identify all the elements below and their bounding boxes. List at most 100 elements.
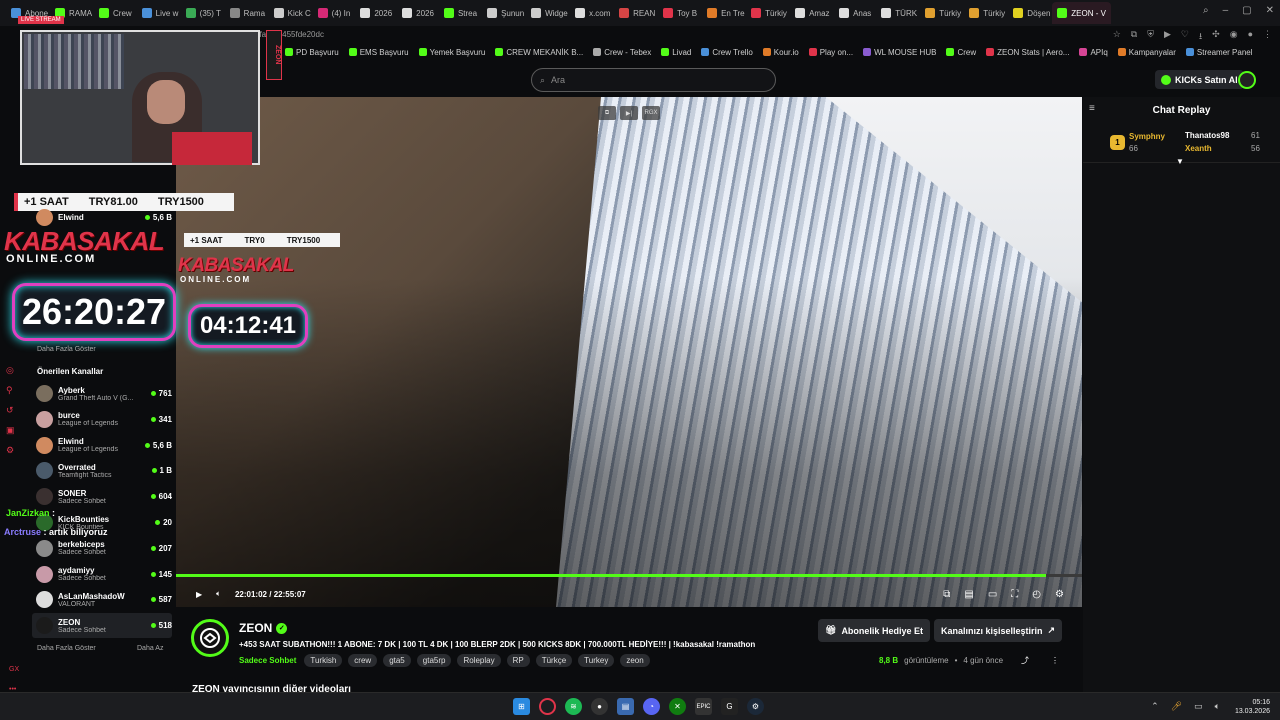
browser-tab[interactable]: Türkiy [920,2,964,24]
play-button[interactable]: ▶ [196,590,202,599]
bookmark-item[interactable]: PD Başvuru [285,48,339,57]
sidebar-channel-elwind[interactable]: Elwind League of Legends 5,6 B [32,433,172,458]
category-link[interactable]: Sadece Sohbet [239,656,296,665]
browser-tab[interactable]: Döşen [1008,2,1052,24]
sidebar-top-channel[interactable]: Elwind 5,6 B [32,208,172,226]
sidebar-channel-zeon[interactable]: ZEON Sadece Sohbet 518 [32,613,172,639]
expand-leaderboard-icon[interactable]: ▼ [1176,157,1184,166]
browser-tab[interactable]: 2026 [397,2,439,24]
tray-expand-icon[interactable]: ⌃ [1151,701,1159,712]
sidebar-channel-ayberk[interactable]: Ayberk Grand Theft Auto V (G... 761 [32,381,172,406]
bookmark-item[interactable]: ZEON Stats | Aero... [986,48,1069,57]
browser-tab[interactable]: TÜRK [876,2,920,24]
browser-tab[interactable]: Kick C [269,2,313,24]
following-icon[interactable]: ◎ [6,365,15,376]
bookmark-item[interactable]: WL MOUSE HUB [863,48,936,57]
bookmark-item[interactable]: CREW MEKANİK B... [495,48,583,57]
history-icon[interactable]: ↺ [6,405,15,416]
sidebar-channel-aslanmashadow[interactable]: AsLanMashadoW VALORANT 587 [32,587,172,612]
streamer-name[interactable]: ZEON [239,621,272,635]
browser-tab[interactable]: Live w [137,2,181,24]
xbox-icon[interactable]: ✕ [669,698,686,715]
clips-icon[interactable]: ▣ [6,425,15,436]
play-icon[interactable]: ▶ [1164,29,1171,45]
gift-sub-button[interactable]: 🎁︎ Abonelik Hediye Et [818,619,930,642]
notepad-icon[interactable]: ▤ [617,698,634,715]
browser-tab[interactable]: En Tre [702,2,746,24]
browse-icon[interactable]: ⚲ [6,385,15,396]
volume-icon[interactable]: 🔈︎ [216,589,221,599]
collapse-chat-icon[interactable]: ≡ [1089,103,1095,114]
rail-gx-icon[interactable]: GX [9,660,19,680]
maximize-icon[interactable]: ▢ [1242,5,1251,16]
popout-icon[interactable]: ⧉ [598,106,616,120]
sidebar-channel-burce[interactable]: burce League of Legends 341 [32,407,172,432]
mic-icon[interactable]: 🎤︎ [1171,701,1182,712]
show-more-button[interactable]: Daha Fazla Göster [37,645,96,652]
sidebar-channel-overrated[interactable]: Overrated Teamfight Tactics 1 B [32,458,172,483]
video-player[interactable]: ⧉ ▶| RGX [176,97,1082,607]
show-less-button[interactable]: Daha Az [137,645,163,652]
skip-icon[interactable]: ▶| [620,106,638,120]
sidebar-channel-berkebiceps[interactable]: berkebiceps Sadece Sohbet 207 [32,536,172,561]
bookmark-item[interactable]: Play on... [808,48,853,57]
network-icon[interactable]: ▭ [1194,701,1203,712]
browser-tab[interactable]: Türkiy [746,2,790,24]
buy-kicks-button[interactable]: KICKs Satın Al [1155,70,1244,89]
volume-tray-icon[interactable]: 🔈︎ [1215,701,1220,712]
share-icon[interactable]: ⤴ [1021,655,1029,666]
bookmark-item[interactable]: Streamer Panel [1185,48,1253,57]
browser-tab[interactable]: (35) T [181,2,225,24]
stream-tag[interactable]: Turkish [304,654,343,667]
minimize-icon[interactable]: – [1223,5,1229,16]
stream-tag[interactable]: RP [506,654,530,667]
browser-tab[interactable]: REAN [614,2,658,24]
bookmark-item[interactable]: Kampanyalar [1117,48,1176,57]
bookmark-item[interactable]: EMS Başvuru [348,48,409,57]
close-icon[interactable]: ✕ [1266,5,1274,16]
g-hub-icon[interactable]: G [721,698,738,715]
bookmark-item[interactable]: Crew Trello [701,48,753,57]
discord-icon[interactable]: ◔ [643,698,660,715]
settings-gear-icon[interactable]: ⚙ [1055,589,1064,600]
bookmark-item[interactable]: Livad [661,48,691,57]
system-clock[interactable]: 05:16 13.03.2026 [1235,698,1270,716]
stream-tag[interactable]: gta5rp [416,654,452,667]
bookmark-item[interactable]: Yemek Başvuru [418,48,485,57]
bookmark-item[interactable]: Kour.io [762,48,799,57]
theater-icon[interactable]: ▭ [988,589,997,600]
bookmark-item[interactable]: APIq [1079,48,1108,57]
rgx-badge[interactable]: RGX [642,106,660,120]
stream-tag[interactable]: Roleplay [457,654,501,667]
browser-tab[interactable]: Rama [225,2,269,24]
extension-icon[interactable]: ⧉ [1131,29,1137,45]
streamer-avatar[interactable] [191,619,229,657]
bookmark-item[interactable]: Crew [946,48,976,57]
show-more-top[interactable]: Daha Fazla Göster [37,346,96,353]
heart-icon[interactable]: ♡ [1181,29,1189,45]
spotify-icon[interactable]: ≋ [565,698,582,715]
search-input[interactable]: ⌕ Ara [531,68,776,92]
browser-tab[interactable]: Toy B [658,2,702,24]
puzzle-icon[interactable]: ✣ [1212,29,1220,45]
settings-icon[interactable]: ⚙ [6,445,15,456]
browser-tab[interactable]: Anas [834,2,876,24]
browser-tab[interactable]: Widge [526,2,570,24]
profile-icon[interactable]: ● [1248,29,1253,45]
epic-games-icon[interactable]: EPIC [695,698,712,715]
bookmark-icon[interactable]: ☆ [1113,29,1121,45]
stream-tag[interactable]: zeon [620,654,650,667]
browser-tab[interactable]: ZEON - V [1052,2,1111,24]
browser-tab[interactable]: 2026 [355,2,397,24]
sidebar-channel-aydamiyy[interactable]: aydamiyy Sadece Sohbet 145 [32,562,172,587]
steam-icon[interactable]: ⚙ [747,698,764,715]
stream-tag[interactable]: gta5 [383,654,411,667]
browser-tab[interactable]: x.com [570,2,614,24]
browser-tab[interactable]: Amaz [790,2,834,24]
browser-tab[interactable]: Crew [94,2,137,24]
github-icon[interactable]: ● [591,698,608,715]
stream-tag[interactable]: crew [348,654,378,667]
quality-icon[interactable]: ◴ [1032,589,1041,600]
menu-dots-icon[interactable]: ⋮ [1263,29,1272,45]
browser-tab[interactable]: Strea [439,2,482,24]
